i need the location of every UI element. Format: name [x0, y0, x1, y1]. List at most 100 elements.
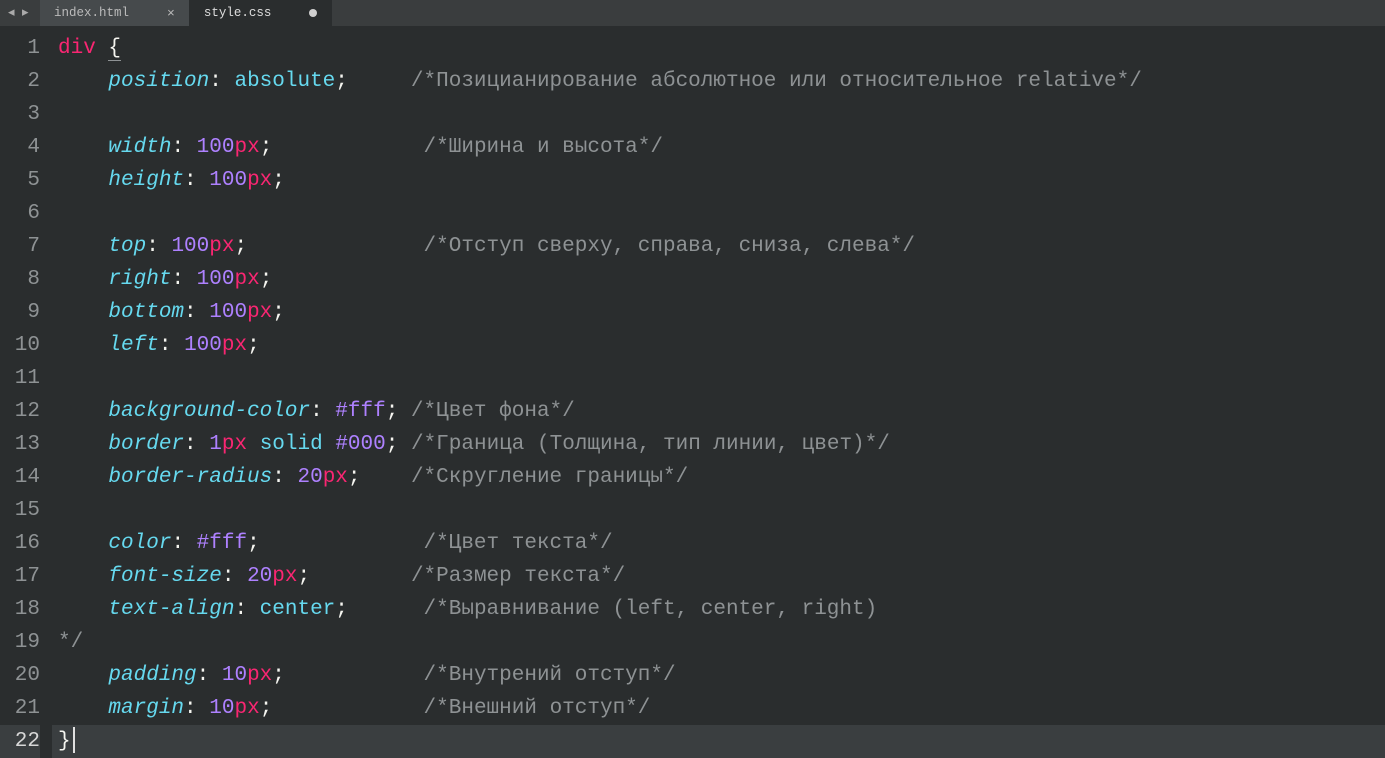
line-number: 17 [0, 560, 40, 593]
css-unit: px [247, 169, 272, 192]
tab-label: style.css [204, 6, 272, 20]
tab-style-css[interactable]: style.css [190, 0, 333, 26]
css-number: 100 [184, 334, 222, 357]
css-comment: /*Скругление границы*/ [411, 466, 688, 489]
css-comment: /*Выравнивание (left, center, right) [424, 598, 878, 621]
code-line [52, 494, 1385, 527]
nav-arrows: ◂ ▸ [0, 0, 40, 26]
css-property: width [108, 136, 171, 159]
line-number: 14 [0, 461, 40, 494]
line-number: 18 [0, 593, 40, 626]
line-number: 20 [0, 659, 40, 692]
line-number: 19 [0, 626, 40, 659]
tab-label: index.html [54, 6, 129, 20]
line-number: 6 [0, 197, 40, 230]
css-value: center [260, 598, 336, 621]
code-line: background-color: #fff; /*Цвет фона*/ [52, 395, 1385, 428]
code-line: margin: 10px; /*Внешний отступ*/ [52, 692, 1385, 725]
code-line: top: 100px; /*Отступ сверху, справа, сни… [52, 230, 1385, 263]
css-unit: px [209, 235, 234, 258]
code-line: font-size: 20px; /*Размер текста*/ [52, 560, 1385, 593]
css-number: 100 [197, 268, 235, 291]
css-comment: /*Позицианирование абсолютное или относи… [411, 70, 1142, 93]
line-number: 2 [0, 65, 40, 98]
css-property: padding [108, 664, 196, 687]
close-icon[interactable]: × [167, 6, 175, 21]
dirty-indicator-icon [309, 9, 317, 17]
css-unit: px [247, 664, 272, 687]
line-number: 11 [0, 362, 40, 395]
line-number: 10 [0, 329, 40, 362]
tab-index-html[interactable]: index.html × [40, 0, 190, 26]
line-number: 21 [0, 692, 40, 725]
css-property: margin [108, 697, 184, 720]
line-number: 12 [0, 395, 40, 428]
code-line: color: #fff; /*Цвет текста*/ [52, 527, 1385, 560]
css-comment: /*Цвет текста*/ [424, 532, 613, 555]
css-property: border-radius [108, 466, 272, 489]
nav-forward-icon[interactable]: ▸ [22, 8, 32, 18]
brace-close: } [58, 730, 71, 753]
css-number: 100 [209, 301, 247, 324]
css-number: 10 [209, 697, 234, 720]
css-property: left [108, 334, 158, 357]
code-line: position: absolute; /*Позицианирование а… [52, 65, 1385, 98]
css-comment: */ [58, 631, 83, 654]
css-selector: div [58, 37, 96, 60]
nav-back-icon[interactable]: ◂ [8, 8, 18, 18]
code-line: */ [52, 626, 1385, 659]
line-number: 16 [0, 527, 40, 560]
code-line [52, 197, 1385, 230]
code-area[interactable]: div { position: absolute; /*Позицианиров… [52, 26, 1385, 754]
css-value: #fff [335, 400, 385, 423]
css-unit: px [272, 565, 297, 588]
css-unit: px [323, 466, 348, 489]
css-property: position [108, 70, 209, 93]
css-unit: px [234, 697, 259, 720]
title-bar: ◂ ▸ index.html × style.css [0, 0, 1385, 26]
text-cursor [73, 727, 75, 753]
editor: 12345678910111213141516171819202122 div … [0, 26, 1385, 754]
code-line [52, 98, 1385, 131]
css-comment: /*Отступ сверху, справа, сниза, слева*/ [424, 235, 915, 258]
css-property: text-align [108, 598, 234, 621]
line-number: 22 [0, 725, 40, 758]
css-property: border [108, 433, 184, 456]
css-comment: /*Ширина и высота*/ [424, 136, 663, 159]
css-unit: px [234, 268, 259, 291]
css-comment: /*Внутрений отступ*/ [424, 664, 676, 687]
line-number: 4 [0, 131, 40, 164]
code-line: border: 1px solid #000; /*Граница (Толщи… [52, 428, 1385, 461]
css-comment: /*Граница (Толщина, тип линии, цвет)*/ [411, 433, 890, 456]
code-line: height: 100px; [52, 164, 1385, 197]
css-value: absolute [234, 70, 335, 93]
css-number: 100 [171, 235, 209, 258]
css-number: 20 [297, 466, 322, 489]
css-property: background-color [108, 400, 310, 423]
line-number: 1 [0, 32, 40, 65]
css-comment: /*Цвет фона*/ [411, 400, 575, 423]
line-number: 15 [0, 494, 40, 527]
line-number: 5 [0, 164, 40, 197]
css-number: 100 [209, 169, 247, 192]
brace-open: { [108, 37, 121, 61]
css-property: top [108, 235, 146, 258]
line-number: 9 [0, 296, 40, 329]
code-line: text-align: center; /*Выравнивание (left… [52, 593, 1385, 626]
code-line [52, 362, 1385, 395]
css-number: 100 [197, 136, 235, 159]
css-property: bottom [108, 301, 184, 324]
line-number: 13 [0, 428, 40, 461]
css-unit: px [222, 334, 247, 357]
line-number: 7 [0, 230, 40, 263]
code-line: width: 100px; /*Ширина и высота*/ [52, 131, 1385, 164]
css-number: 10 [222, 664, 247, 687]
code-line: border-radius: 20px; /*Скругление границ… [52, 461, 1385, 494]
line-number-gutter: 12345678910111213141516171819202122 [0, 26, 52, 754]
css-comment: /*Размер текста*/ [411, 565, 625, 588]
css-property: font-size [108, 565, 221, 588]
line-number: 8 [0, 263, 40, 296]
code-line: padding: 10px; /*Внутрений отступ*/ [52, 659, 1385, 692]
code-line: right: 100px; [52, 263, 1385, 296]
css-property: color [108, 532, 171, 555]
